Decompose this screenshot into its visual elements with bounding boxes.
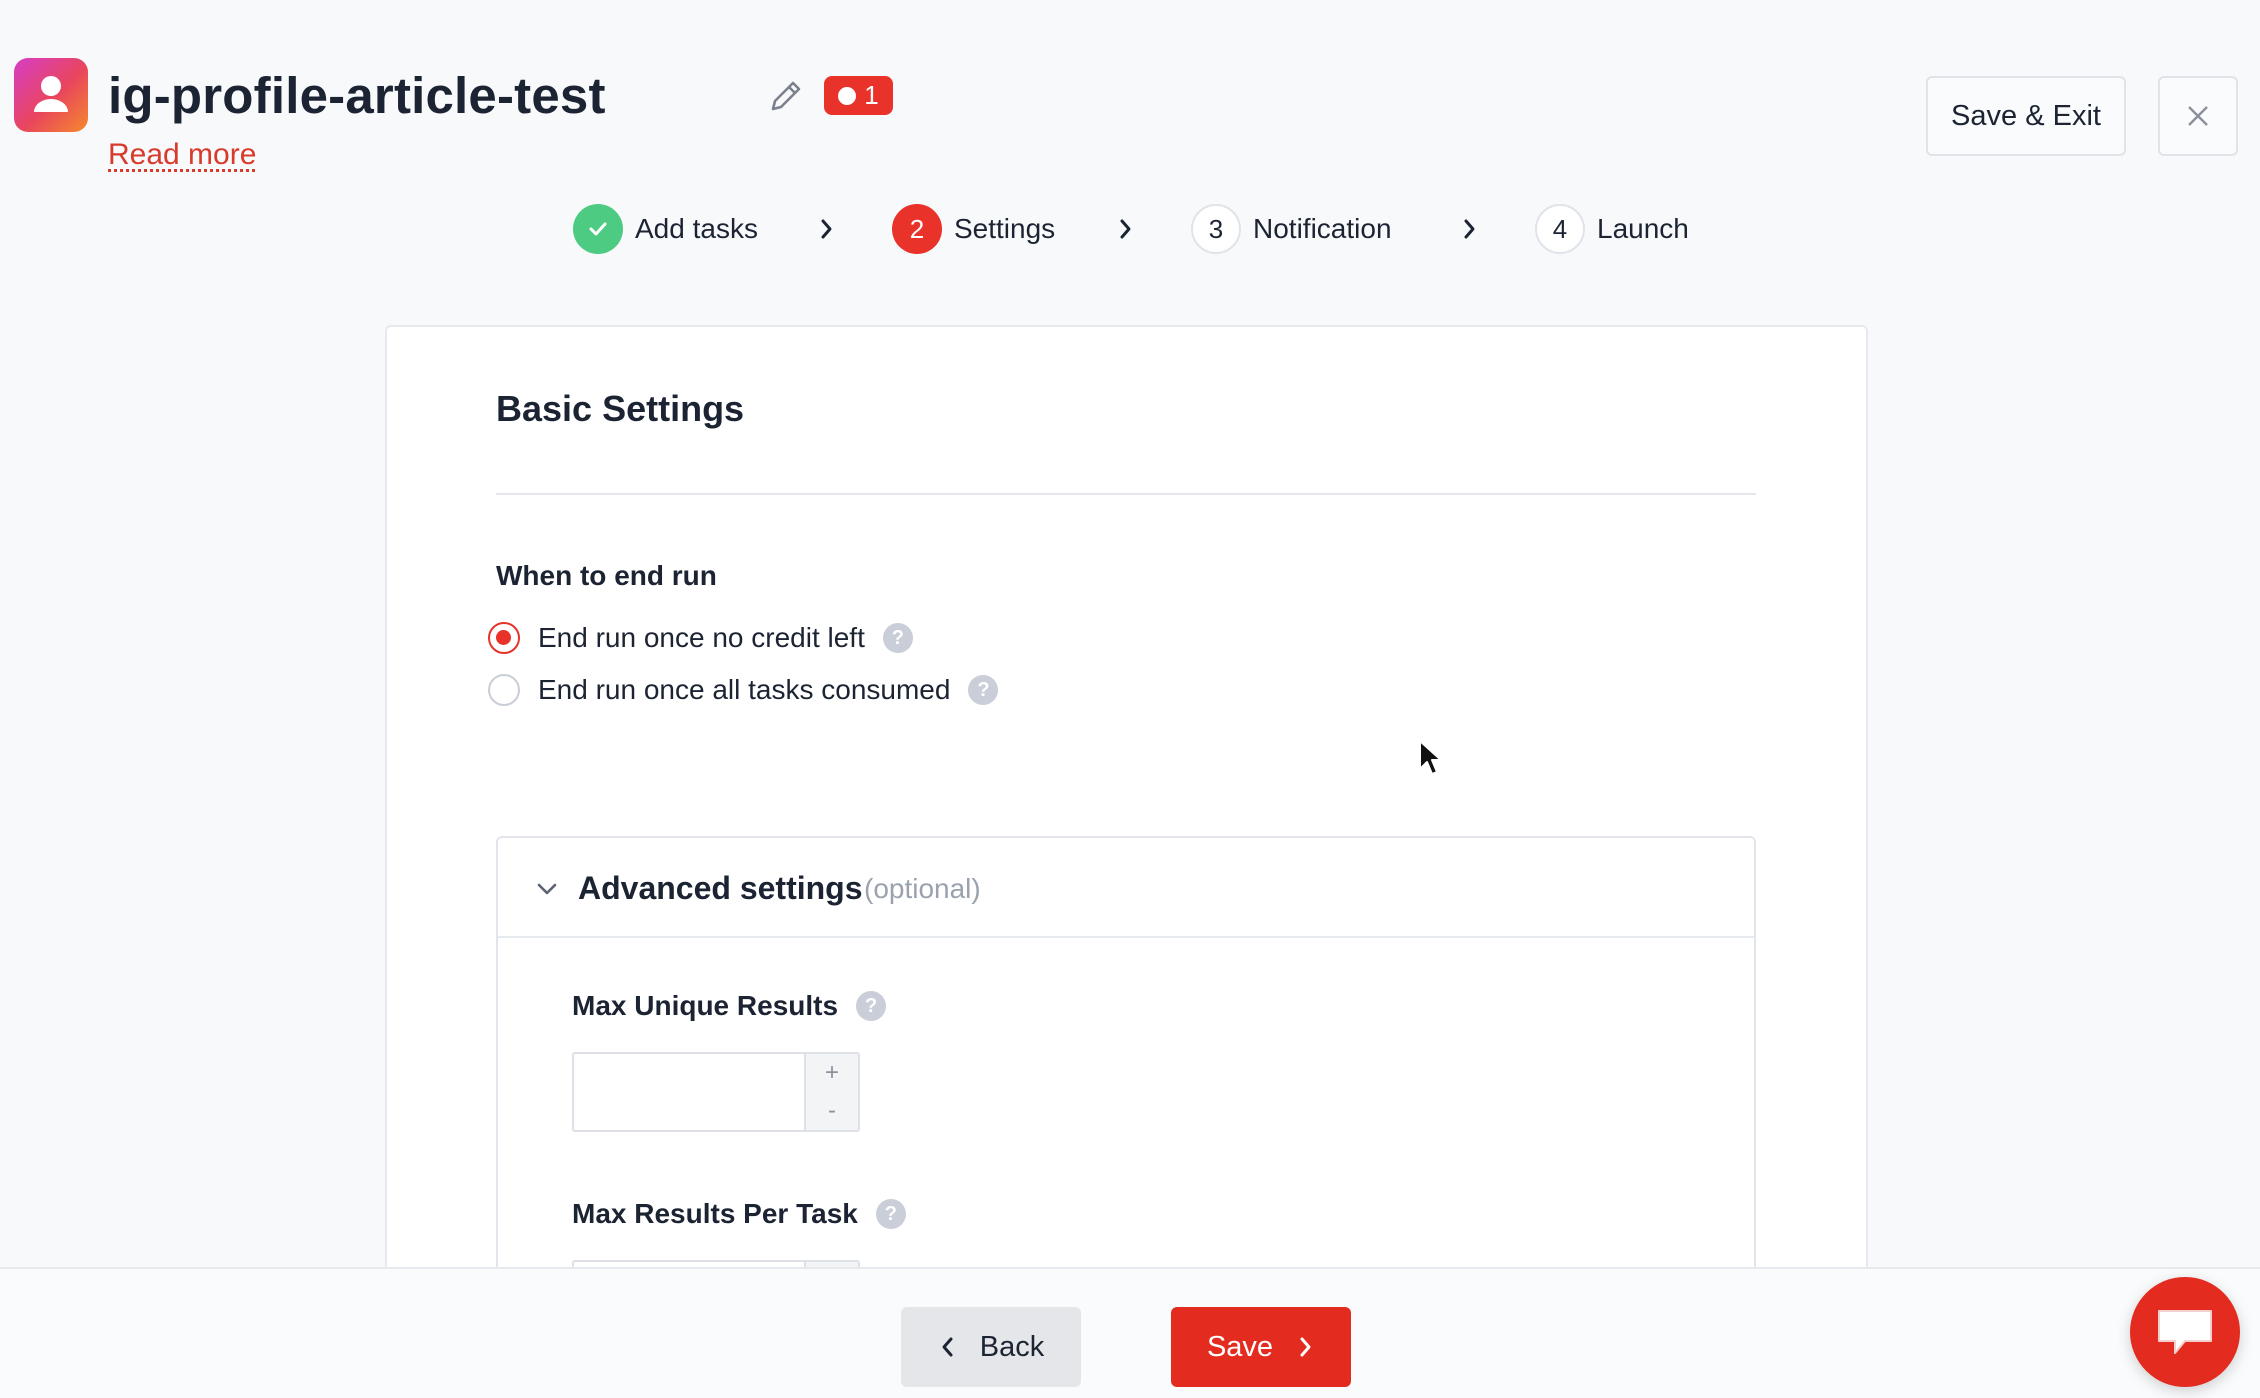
radio-button[interactable] — [488, 674, 520, 706]
step-label: Launch — [1597, 213, 1689, 244]
divider — [496, 493, 1756, 495]
step-number: 2 — [892, 204, 942, 254]
step-launch[interactable]: 4 Launch — [1535, 204, 1689, 254]
back-button[interactable]: Back — [901, 1307, 1081, 1387]
toggle-icon — [838, 86, 857, 105]
close-icon — [2188, 106, 2208, 126]
optional-hint: (optional) — [864, 873, 981, 904]
step-add-tasks[interactable]: Add tasks — [573, 204, 758, 254]
step-label: Add tasks — [635, 213, 758, 244]
save-exit-button[interactable]: Save & Exit — [1926, 76, 2126, 156]
max-unique-results-input: + - — [572, 1052, 860, 1132]
save-button[interactable]: Save — [1171, 1307, 1351, 1387]
help-icon[interactable]: ? — [875, 1199, 906, 1229]
chevron-right-icon — [1120, 219, 1131, 239]
app-logo — [14, 58, 88, 132]
badge-count: 1 — [864, 80, 879, 110]
step-number: 3 — [1191, 204, 1241, 254]
radio-button[interactable] — [488, 622, 520, 654]
end-run-option-tasks-consumed[interactable]: End run once all tasks consumed ? — [488, 672, 999, 708]
help-icon[interactable]: ? — [968, 675, 999, 705]
chat-bubble-icon — [2158, 1310, 2212, 1354]
chevron-right-icon — [1464, 219, 1475, 239]
read-more-link[interactable]: Read more — [108, 138, 256, 172]
field-label-text: Max Results Per Task — [572, 1198, 858, 1229]
radio-label: End run once all tasks consumed — [538, 674, 951, 705]
chat-button[interactable] — [2130, 1277, 2240, 1387]
step-settings[interactable]: 2 Settings — [892, 204, 1055, 254]
help-icon[interactable]: ? — [882, 623, 913, 653]
step-notification[interactable]: 3 Notification — [1191, 204, 1392, 254]
end-run-option-no-credit[interactable]: End run once no credit left ? — [488, 620, 913, 656]
chevron-right-icon — [821, 219, 832, 239]
chevron-right-icon — [1300, 1337, 1311, 1357]
increment-button[interactable]: + — [806, 1054, 858, 1092]
footer-bar — [0, 1267, 2260, 1398]
radio-label: End run once no credit left — [538, 622, 865, 653]
chevron-left-icon — [942, 1337, 953, 1357]
user-profile-icon — [34, 76, 68, 112]
pencil-icon[interactable] — [764, 74, 808, 118]
back-label: Back — [979, 1330, 1045, 1363]
section-title: Basic Settings — [496, 388, 745, 429]
tasks-count-badge[interactable]: 1 — [824, 76, 893, 115]
chevron-down-icon — [537, 883, 557, 895]
number-stepper: + - — [804, 1054, 858, 1130]
max-results-per-task-label: Max Results Per Task ? — [572, 1198, 906, 1230]
step-label: Notification — [1253, 213, 1392, 244]
advanced-settings-toggle[interactable]: Advanced settings (optional) — [498, 838, 1754, 938]
help-icon[interactable]: ? — [856, 991, 887, 1021]
close-button[interactable] — [2158, 76, 2238, 156]
page-title: ig-profile-article-test — [108, 67, 606, 124]
save-label: Save — [1206, 1330, 1274, 1363]
check-icon — [573, 204, 623, 254]
max-unique-results-label: Max Unique Results ? — [572, 990, 887, 1022]
mouse-cursor-icon — [1419, 740, 1442, 775]
field-label-text: Max Unique Results — [572, 990, 839, 1021]
advanced-settings-title: Advanced settings — [578, 870, 863, 906]
decrement-button[interactable]: - — [806, 1092, 858, 1130]
max-unique-results-field[interactable] — [574, 1054, 804, 1130]
step-label: Settings — [954, 213, 1056, 244]
end-run-label: When to end run — [496, 560, 717, 591]
settings-page: ig-profile-article-test Read more 1 Save… — [0, 0, 2260, 1398]
step-number: 4 — [1535, 204, 1585, 254]
